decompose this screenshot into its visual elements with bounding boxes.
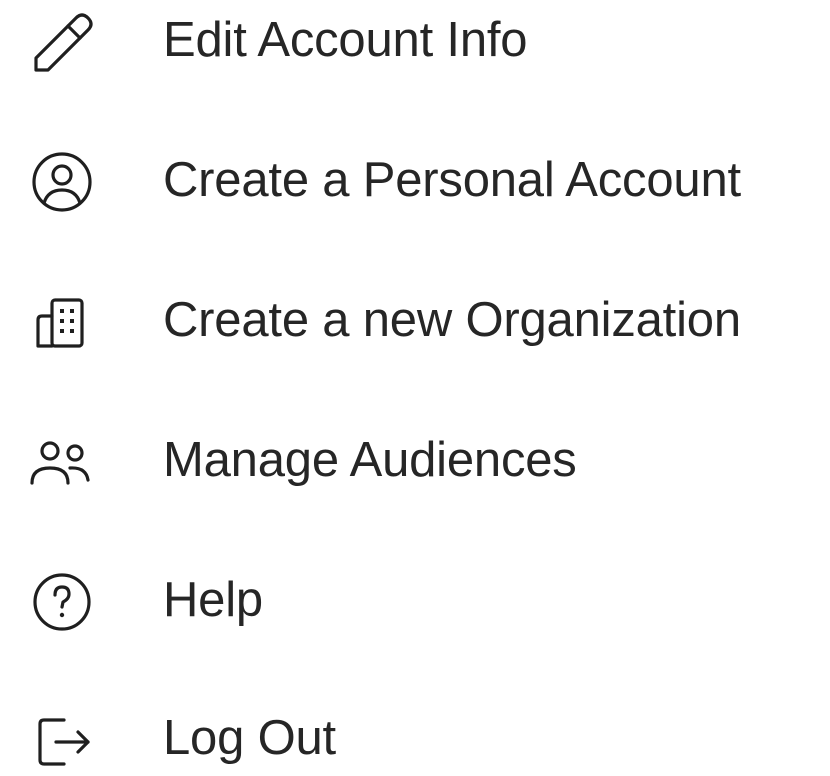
users-icon <box>22 422 102 502</box>
menu-item-label: Manage Audiences <box>163 433 577 487</box>
account-menu: Edit Account Info Create a Personal Acco… <box>0 0 830 776</box>
menu-item-manage-audiences[interactable]: Manage Audiences <box>0 412 830 512</box>
menu-item-create-organization[interactable]: Create a new Organization <box>0 272 830 372</box>
menu-item-label: Edit Account Info <box>163 13 528 67</box>
logout-icon <box>22 700 102 776</box>
menu-item-label: Create a Personal Account <box>163 153 741 207</box>
menu-item-edit-account-info[interactable]: Edit Account Info <box>0 0 830 92</box>
building-icon <box>22 282 102 362</box>
menu-item-create-personal-account[interactable]: Create a Personal Account <box>0 132 830 232</box>
help-circle-icon <box>22 562 102 642</box>
pencil-icon <box>22 2 102 82</box>
menu-item-label: Log Out <box>163 711 336 765</box>
menu-item-help[interactable]: Help <box>0 552 830 652</box>
user-circle-icon <box>22 142 102 222</box>
menu-item-log-out[interactable]: Log Out <box>0 690 830 776</box>
menu-item-label: Create a new Organization <box>163 293 741 347</box>
menu-item-label: Help <box>163 573 263 627</box>
